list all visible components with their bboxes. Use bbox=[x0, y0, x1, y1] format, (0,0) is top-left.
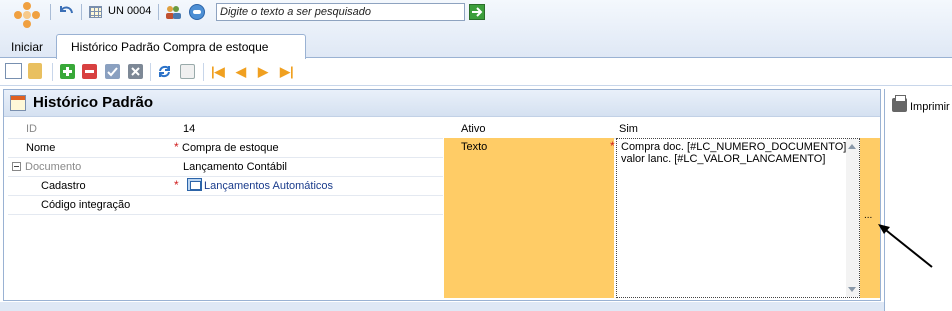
printer-icon[interactable] bbox=[892, 95, 907, 112]
calendar-grid-icon[interactable] bbox=[89, 6, 102, 18]
tab-historico-padrao[interactable]: Histórico Padrão Compra de estoque bbox=[56, 34, 306, 59]
users-icon[interactable] bbox=[164, 4, 182, 20]
side-panel: Imprimir bbox=[884, 89, 952, 311]
codigo-integracao-field[interactable] bbox=[179, 196, 443, 214]
documento-row: Documento Lançamento Contábil bbox=[8, 158, 443, 177]
remove-button[interactable] bbox=[82, 64, 97, 79]
next-record-icon[interactable]: ▶ bbox=[258, 64, 268, 80]
annotation-arrow-icon bbox=[878, 224, 933, 268]
start-tab-label: Iniciar bbox=[11, 40, 44, 54]
collapse-icon[interactable] bbox=[12, 162, 21, 171]
print-button[interactable]: Imprimir bbox=[910, 101, 950, 113]
nome-field[interactable]: Compra de estoque bbox=[179, 139, 443, 157]
codigo-integracao-row: Código integração bbox=[8, 196, 443, 215]
documento-label: Documento bbox=[25, 161, 82, 173]
first-record-icon[interactable]: |◀ bbox=[211, 64, 225, 80]
id-row: ID 14 bbox=[8, 120, 443, 139]
texto-label-cell: Texto * bbox=[444, 138, 615, 298]
nome-label: Nome bbox=[26, 142, 56, 154]
new-record-icon[interactable] bbox=[5, 63, 22, 79]
texto-line-2: valor lanc. [#LC_VALOR_LANCAMENTO] bbox=[621, 153, 826, 165]
cadastro-link[interactable]: Lançamentos Automáticos bbox=[201, 177, 333, 195]
ativo-label: Ativo bbox=[461, 123, 486, 135]
app-logo-icon[interactable] bbox=[12, 2, 42, 32]
panel-header: Histórico Padrão bbox=[4, 90, 880, 117]
last-record-icon[interactable]: ▶| bbox=[280, 64, 294, 80]
lock-icon[interactable] bbox=[28, 63, 42, 79]
ativo-row: Ativo Sim bbox=[446, 120, 878, 139]
status-bar bbox=[0, 302, 884, 311]
print-preview-icon[interactable] bbox=[180, 64, 195, 79]
texto-label: Texto bbox=[461, 141, 488, 153]
separator bbox=[158, 4, 159, 20]
search-go-button[interactable] bbox=[469, 4, 485, 20]
refresh-icon[interactable] bbox=[157, 64, 172, 79]
cadastro-label: Cadastro bbox=[41, 180, 86, 192]
record-toolbar: |◀ ◀ ▶ ▶| bbox=[0, 59, 952, 86]
memo-scrollbar[interactable] bbox=[846, 139, 859, 297]
separator bbox=[203, 63, 204, 81]
id-value: 14 bbox=[183, 123, 196, 135]
cancel-button[interactable] bbox=[128, 64, 143, 79]
separator bbox=[52, 63, 53, 81]
texto-memo-field[interactable]: Compra doc. [#LC_NUMERO_DOCUMENTO] valor… bbox=[616, 138, 860, 298]
previous-record-icon[interactable]: ◀ bbox=[236, 64, 246, 80]
nome-row: Nome * Compra de estoque bbox=[8, 139, 443, 158]
separator bbox=[81, 4, 82, 20]
separator bbox=[150, 63, 151, 81]
codigo-integracao-label: Código integração bbox=[41, 199, 131, 211]
top-toolbar: UN 0004 Digite o texto a ser pesquisado … bbox=[0, 0, 952, 59]
required-marker: * bbox=[174, 140, 179, 154]
help-icon[interactable] bbox=[189, 4, 205, 20]
separator bbox=[50, 4, 51, 20]
panel-title: Histórico Padrão bbox=[33, 94, 154, 111]
business-unit-label[interactable]: UN 0004 bbox=[108, 5, 151, 17]
required-marker: * bbox=[610, 139, 615, 153]
lookup-icon[interactable] bbox=[187, 178, 202, 191]
scroll-down-icon[interactable] bbox=[848, 287, 856, 292]
add-button[interactable] bbox=[60, 64, 75, 79]
start-tab[interactable]: Iniciar bbox=[3, 34, 48, 58]
undo-icon[interactable] bbox=[57, 3, 75, 19]
documento-value: Lançamento Contábil bbox=[183, 161, 287, 173]
id-label: ID bbox=[26, 123, 37, 135]
texto-line-1: Compra doc. [#LC_NUMERO_DOCUMENTO] bbox=[621, 141, 847, 153]
scroll-up-icon[interactable] bbox=[848, 144, 856, 149]
ativo-value[interactable]: Sim bbox=[616, 120, 638, 138]
historico-padrao-panel: Histórico Padrão ID 14 Nome * Compra de … bbox=[3, 89, 881, 301]
required-marker: * bbox=[174, 178, 179, 192]
table-icon bbox=[10, 95, 26, 111]
search-input[interactable]: Digite o texto a ser pesquisado bbox=[216, 3, 465, 21]
confirm-button[interactable] bbox=[105, 64, 120, 79]
